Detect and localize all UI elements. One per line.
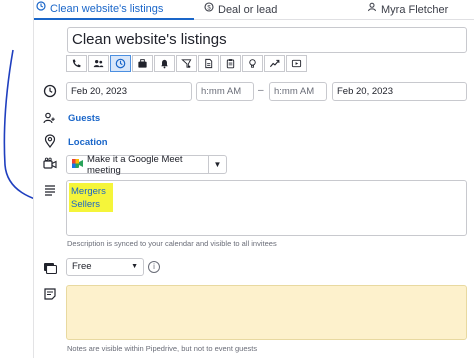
end-date-input[interactable]: Feb 20, 2023: [332, 82, 467, 101]
description-editor[interactable]: Mergers Sellers: [66, 180, 467, 236]
meeting-icon: [93, 60, 104, 68]
calendar-status-icon: [44, 263, 57, 275]
call-type-button[interactable]: [66, 55, 87, 72]
location-link[interactable]: Location: [68, 137, 108, 148]
tab-person[interactable]: Myra Fletcher: [367, 0, 448, 20]
call-icon: [72, 59, 81, 68]
clipboard-icon: [226, 59, 235, 69]
tab-label: Clean website's listings: [50, 3, 164, 15]
document-type-button[interactable]: [198, 55, 219, 72]
activity-editor: Clean website's listings $ Deal or lead …: [33, 0, 474, 358]
busy-select[interactable]: Free ▼: [66, 258, 144, 276]
person-icon: [367, 2, 377, 18]
tab-label: Deal or lead: [218, 4, 278, 16]
description-hint: Description is synced to your calendar a…: [67, 239, 277, 248]
busy-select-value: Free: [72, 261, 92, 272]
start-time-input[interactable]: h:mm AM: [196, 82, 254, 101]
google-meet-button[interactable]: Make it a Google Meet meeting ▼: [66, 153, 227, 176]
clock-icon: [36, 1, 46, 17]
notes-editor[interactable]: [66, 285, 467, 340]
time-separator: –: [258, 85, 264, 96]
chevron-down-icon[interactable]: ▼: [208, 156, 226, 173]
end-time-input[interactable]: h:mm AM: [269, 82, 327, 101]
subject-input[interactable]: Clean website's listings: [67, 27, 467, 53]
description-line: Sellers: [71, 199, 101, 210]
chevron-down-icon: ▼: [131, 263, 138, 270]
tab-activity[interactable]: Clean website's listings: [34, 0, 194, 20]
notes-hint: Notes are visible within Pipedrive, but …: [67, 344, 258, 353]
dollar-icon: $: [204, 2, 214, 18]
lunch-type-button[interactable]: [176, 55, 197, 72]
chart-type-button[interactable]: [264, 55, 285, 72]
idea-icon: [249, 59, 256, 68]
tab-bar: Clean website's listings $ Deal or lead …: [34, 0, 474, 20]
guests-link[interactable]: Guests: [68, 113, 100, 124]
video-icon: [291, 59, 302, 68]
tab-deal[interactable]: $ Deal or lead: [204, 0, 277, 20]
task-icon: [115, 58, 126, 69]
alarm-icon: [161, 59, 168, 69]
tab-label: Myra Fletcher: [381, 4, 449, 16]
start-date-input[interactable]: Feb 20, 2023: [66, 82, 192, 101]
location-pin-icon: [44, 134, 56, 148]
idea-type-button[interactable]: [242, 55, 263, 72]
clipboard-type-button[interactable]: [220, 55, 241, 72]
description-line: Mergers: [71, 186, 106, 197]
notes-icon: [44, 288, 56, 300]
meeting-type-button[interactable]: [88, 55, 109, 72]
chart-icon: [269, 59, 280, 68]
deadline-type-button[interactable]: [132, 55, 153, 72]
google-meet-label: Make it a Google Meet meeting: [87, 153, 183, 176]
video-call-icon: [43, 157, 57, 169]
guests-icon: [43, 112, 55, 124]
description-icon: [45, 185, 55, 196]
activity-type-selector: [66, 55, 308, 72]
deadline-icon: [138, 59, 147, 68]
video-type-button[interactable]: [286, 55, 307, 72]
task-type-button[interactable]: [110, 55, 131, 72]
document-icon: [205, 58, 213, 69]
info-icon[interactable]: i: [148, 261, 160, 273]
google-meet-icon: [72, 158, 83, 171]
alarm-type-button[interactable]: [154, 55, 175, 72]
lunch-icon: [181, 59, 192, 68]
clock-icon: [43, 84, 57, 98]
